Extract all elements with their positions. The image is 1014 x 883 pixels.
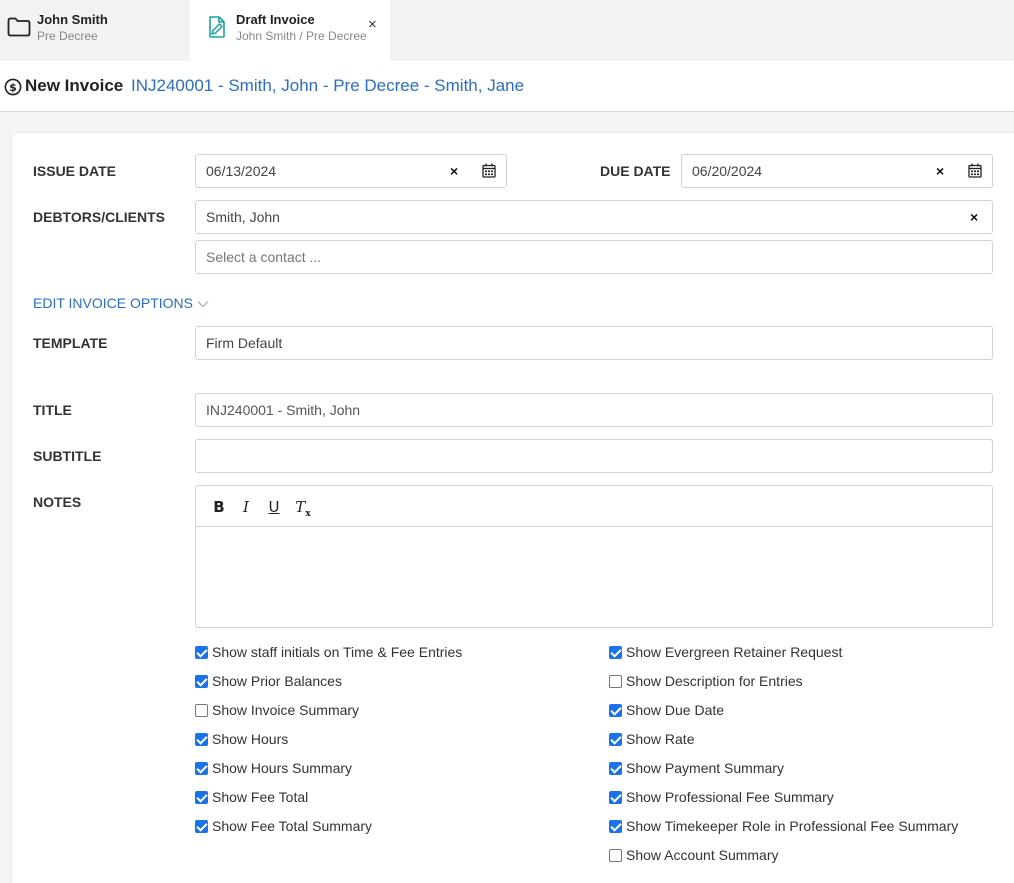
option-checkbox[interactable] — [195, 703, 208, 717]
option-checkbox-row[interactable]: Show Invoice Summary — [195, 701, 359, 719]
issue-date-input[interactable]: 06/13/2024 — [195, 154, 507, 188]
option-checkbox-row[interactable]: Show Fee Total Summary — [195, 817, 372, 835]
page-title: New Invoice — [25, 76, 124, 95]
dollar-circle-icon: $ — [4, 78, 22, 101]
option-checkbox-row[interactable]: Show Professional Fee Summary — [609, 788, 834, 806]
option-label: Show Rate — [626, 731, 695, 747]
option-checkbox-row[interactable]: Show Timekeeper Role in Professional Fee… — [609, 817, 958, 835]
option-checkbox-row[interactable]: Show Description for Entries — [609, 672, 803, 690]
chevron-down-icon — [197, 295, 209, 311]
issue-date-label: ISSUE DATE — [33, 163, 116, 179]
option-label: Show Invoice Summary — [212, 702, 360, 718]
tab-subtitle: Pre Decree — [37, 29, 98, 43]
due-date-label: DUE DATE — [600, 163, 671, 179]
notes-text-area[interactable] — [196, 527, 992, 627]
subtitle-input[interactable] — [195, 439, 993, 473]
clear-format-icon[interactable]: Tx — [295, 498, 311, 519]
subtitle-label: SUBTITLE — [33, 448, 102, 464]
edit-invoice-options-toggle[interactable]: EDIT INVOICE OPTIONS — [33, 295, 209, 311]
debtor-select[interactable]: Smith, John — [195, 200, 993, 234]
option-checkbox-row[interactable]: Show Payment Summary — [609, 759, 784, 777]
option-checkbox-row[interactable]: Show Fee Total — [195, 788, 308, 806]
option-checkbox-row[interactable]: Show Hours Summary — [195, 759, 352, 777]
issue-date-value: 06/13/2024 — [206, 163, 277, 179]
option-checkbox-row[interactable]: Show Due Date — [609, 701, 724, 719]
option-label: Show Fee Total Summary — [212, 818, 373, 834]
option-checkbox-row[interactable]: Show Evergreen Retainer Request — [609, 643, 842, 661]
notes-label: NOTES — [33, 494, 82, 510]
calendar-icon[interactable] — [968, 163, 982, 183]
svg-text:$: $ — [9, 81, 17, 94]
notes-editor: B I U Tx — [195, 485, 993, 628]
title-label: TITLE — [33, 402, 72, 418]
clear-due-date-icon[interactable]: × — [936, 164, 944, 178]
option-label: Show Account Summary — [626, 847, 779, 863]
option-label: Show Hours — [212, 731, 289, 747]
title-value: INJ240001 - Smith, John — [206, 402, 361, 418]
due-date-value: 06/20/2024 — [692, 163, 763, 179]
template-select[interactable]: Firm Default — [195, 326, 993, 360]
option-label: Show Fee Total — [212, 789, 309, 805]
option-checkbox[interactable] — [195, 732, 208, 746]
option-checkbox[interactable] — [609, 761, 622, 775]
calendar-icon[interactable] — [482, 163, 496, 183]
option-checkbox[interactable] — [609, 848, 622, 862]
tab-subtitle: John Smith / Pre Decree — [236, 29, 367, 43]
option-checkbox[interactable] — [195, 645, 208, 659]
option-checkbox[interactable] — [609, 703, 622, 717]
clear-issue-date-icon[interactable]: × — [450, 164, 458, 178]
contact-placeholder: Select a contact ... — [206, 249, 322, 265]
debtor-value: Smith, John — [206, 209, 280, 225]
tab-bar: John Smith Pre Decree Draft Invoice John… — [0, 0, 1014, 61]
folder-icon — [7, 17, 31, 42]
debtors-clients-label: DEBTORS/CLIENTS — [33, 209, 165, 225]
invoice-reference-link[interactable]: INJ240001 - Smith, John - Pre Decree - S… — [131, 76, 524, 96]
italic-icon[interactable]: I — [238, 498, 254, 516]
option-label: Show Professional Fee Summary — [626, 789, 834, 805]
title-input[interactable]: INJ240001 - Smith, John — [195, 393, 993, 427]
bold-icon[interactable]: B — [211, 498, 227, 516]
option-checkbox[interactable] — [195, 819, 208, 833]
option-checkbox[interactable] — [609, 674, 622, 688]
option-checkbox-row[interactable]: Show Prior Balances — [195, 672, 342, 690]
option-checkbox[interactable] — [609, 819, 622, 833]
contact-select[interactable]: Select a contact ... — [195, 240, 993, 274]
option-checkbox[interactable] — [195, 674, 208, 688]
page-header: $ New Invoice INJ240001 - Smith, John - … — [0, 61, 1014, 112]
edit-invoice-options-label: EDIT INVOICE OPTIONS — [33, 295, 193, 311]
option-label: Show Prior Balances — [212, 673, 342, 689]
tab-title: Draft Invoice — [236, 12, 315, 27]
clear-debtor-icon[interactable]: × — [970, 210, 978, 224]
notes-toolbar: B I U Tx — [196, 486, 992, 527]
option-checkbox[interactable] — [609, 732, 622, 746]
tab-draft-invoice[interactable]: Draft Invoice John Smith / Pre Decree × — [190, 0, 390, 61]
option-label: Show Payment Summary — [626, 760, 784, 776]
close-icon[interactable]: × — [368, 17, 377, 32]
option-checkbox[interactable] — [609, 645, 622, 659]
template-label: TEMPLATE — [33, 335, 108, 351]
due-date-input[interactable]: 06/20/2024 — [681, 154, 993, 188]
option-label: Show staff initials on Time & Fee Entrie… — [212, 644, 463, 660]
option-label: Show Hours Summary — [212, 760, 353, 776]
file-edit-icon — [207, 15, 227, 44]
option-label: Show Evergreen Retainer Request — [626, 644, 843, 660]
option-checkbox-row[interactable]: Show Hours — [195, 730, 288, 748]
option-label: Show Due Date — [626, 702, 725, 718]
option-checkbox-row[interactable]: Show staff initials on Time & Fee Entrie… — [195, 643, 462, 661]
tab-john-smith[interactable]: John Smith Pre Decree — [0, 0, 190, 61]
option-label: Show Description for Entries — [626, 673, 803, 689]
template-value: Firm Default — [206, 335, 283, 351]
underline-icon[interactable]: U — [266, 498, 282, 516]
option-checkbox-row[interactable]: Show Account Summary — [609, 846, 779, 864]
option-checkbox[interactable] — [195, 761, 208, 775]
tab-title: John Smith — [37, 12, 108, 27]
option-checkbox[interactable] — [609, 790, 622, 804]
option-label: Show Timekeeper Role in Professional Fee… — [626, 818, 959, 834]
option-checkbox-row[interactable]: Show Rate — [609, 730, 694, 748]
option-checkbox[interactable] — [195, 790, 208, 804]
